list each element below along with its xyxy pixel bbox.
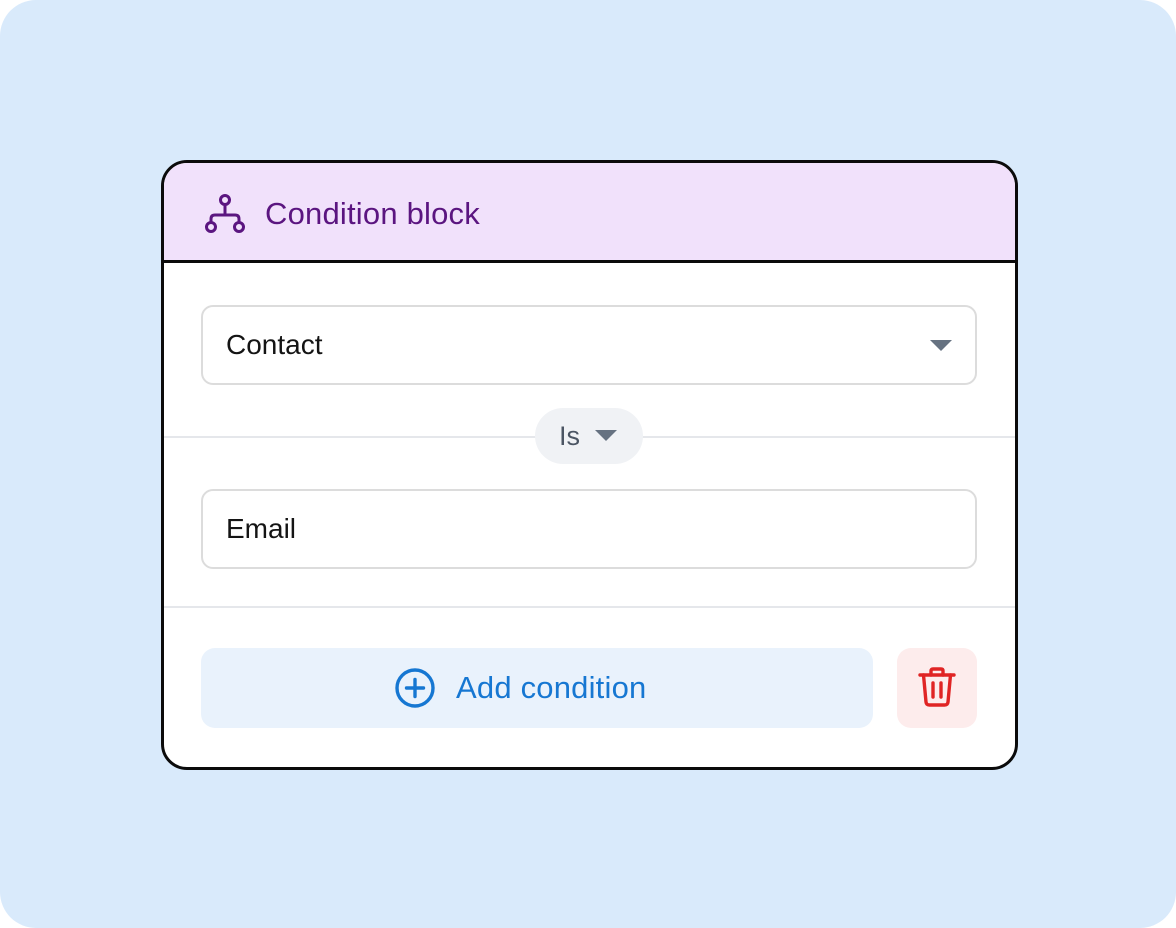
field-select[interactable]: Contact <box>201 305 977 385</box>
chevron-down-icon <box>930 340 952 351</box>
plus-circle-icon <box>395 668 435 708</box>
comparison-value-input[interactable]: Email <box>201 489 977 569</box>
flow-branch-icon <box>205 194 245 233</box>
operator-select[interactable]: Is <box>535 408 643 464</box>
add-condition-button[interactable]: Add condition <box>201 648 873 728</box>
add-condition-label: Add condition <box>456 670 647 705</box>
operator-select-value: Is <box>559 421 581 451</box>
block-header: Condition block <box>164 163 1015 263</box>
condition-block-card: Condition block Contact Is Email Add con… <box>161 160 1018 770</box>
canvas-background: Condition block Contact Is Email Add con… <box>0 0 1176 928</box>
field-select-value: Contact <box>226 329 323 360</box>
comparison-value-text: Email <box>226 513 297 544</box>
trash-icon <box>918 667 956 707</box>
block-title: Condition block <box>265 196 480 231</box>
chevron-down-icon <box>595 430 617 441</box>
delete-block-button[interactable] <box>897 648 977 728</box>
divider <box>164 606 1015 608</box>
